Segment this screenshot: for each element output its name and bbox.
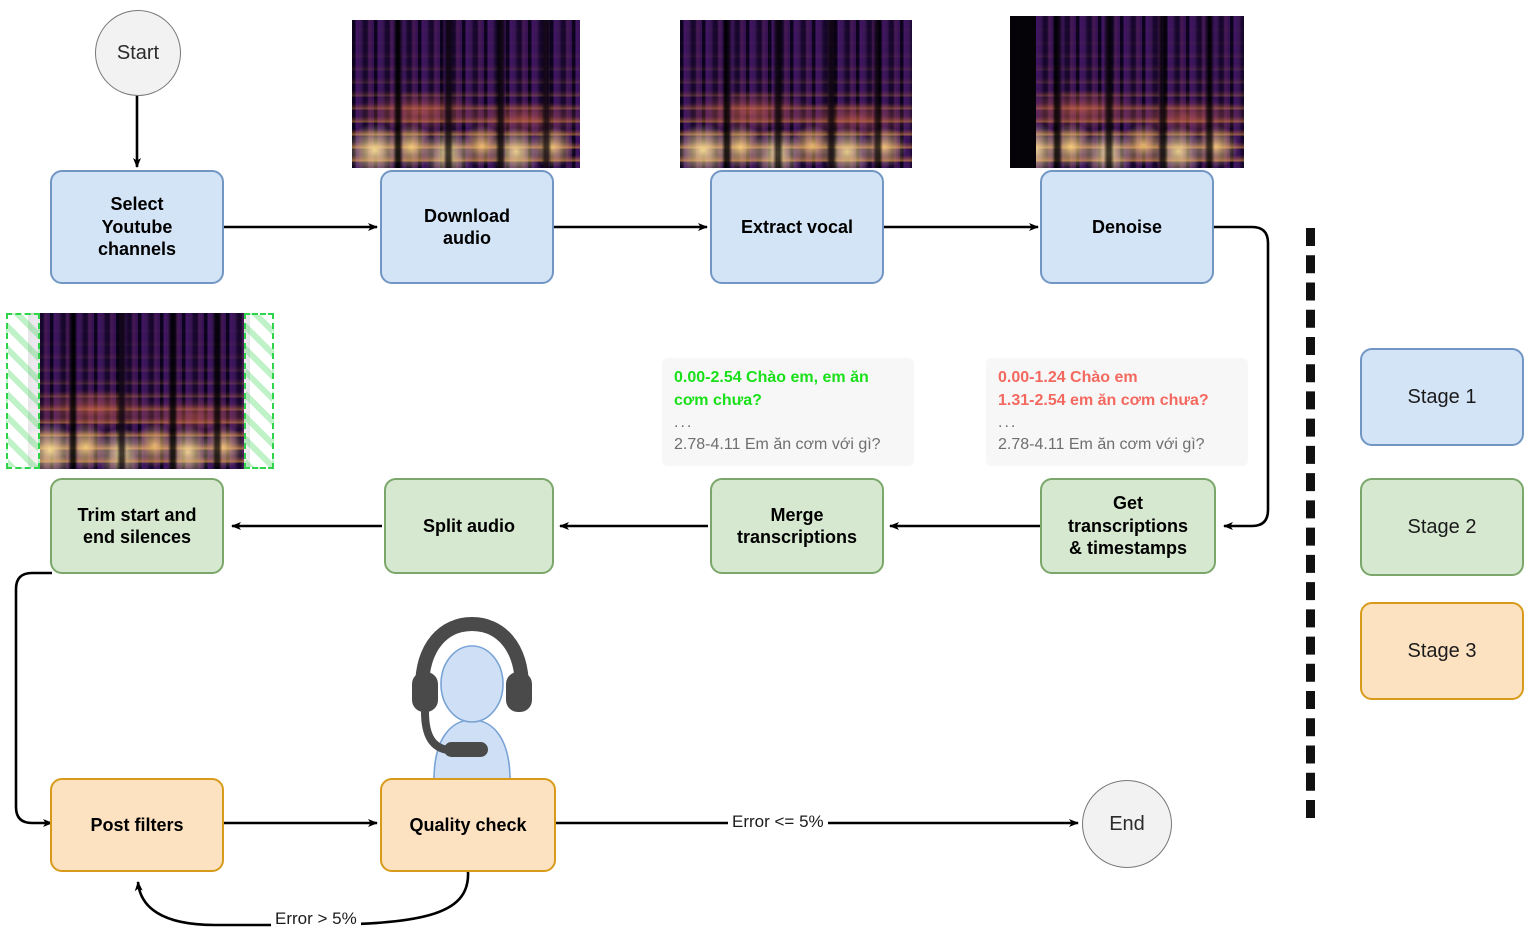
- spectrogram-core: [28, 313, 250, 469]
- transcript-raw-tail: 2.78-4.11 Em ăn cơm với gì?: [998, 435, 1205, 453]
- transcript-raw-ellipsis: ...: [998, 414, 1018, 432]
- trim-region-end: [244, 313, 274, 469]
- node-quality-check[interactable]: Quality check: [380, 778, 556, 872]
- transcript-raw-line1: 0.00-1.24 Chào em: [998, 369, 1138, 386]
- transcript-merged-ellipsis: ...: [674, 414, 694, 432]
- edge-label-error-fail: Error > 5%: [271, 909, 361, 929]
- legend-stage-3: Stage 3: [1360, 602, 1524, 700]
- spectrogram-image-extract-vocal: [680, 20, 912, 168]
- spectrogram-image-denoise: [1010, 16, 1244, 168]
- node-merge-transcriptions[interactable]: Merge transcriptions: [710, 478, 884, 574]
- trim-region-start: [6, 313, 40, 469]
- legend-divider: [1306, 228, 1315, 818]
- flowchart-canvas: 0.00-2.54 Chào em, em ăn cơm chưa? ... 2…: [0, 0, 1534, 942]
- node-extract-vocal[interactable]: Extract vocal: [710, 170, 884, 284]
- transcript-merged-line1: 0.00-2.54 Chào em, em ăn: [674, 369, 869, 386]
- legend-stage-1-label: Stage 1: [1407, 385, 1477, 408]
- legend-stage-2: Stage 2: [1360, 478, 1524, 576]
- node-post-filters[interactable]: Post filters: [50, 778, 224, 872]
- spectrogram-image-download-audio: [352, 20, 580, 168]
- transcript-merged-tail: 2.78-4.11 Em ăn cơm với gì?: [674, 435, 881, 453]
- node-download-audio[interactable]: Download audio: [380, 170, 554, 284]
- node-trim-silences[interactable]: Trim start and end silences: [50, 478, 224, 574]
- transcript-raw: 0.00-1.24 Chào em 1.31-2.54 em ăn cơm ch…: [986, 358, 1248, 466]
- node-get-transcriptions[interactable]: Get transcriptions & timestamps: [1040, 478, 1216, 574]
- start-node-label: Start: [116, 41, 160, 64]
- spectrogram-image-trim-silences: [6, 313, 274, 469]
- legend-stage-1: Stage 1: [1360, 348, 1524, 446]
- legend-stage-2-label: Stage 2: [1407, 515, 1477, 538]
- end-node[interactable]: End: [1082, 780, 1172, 868]
- headset-agent-icon: [398, 612, 546, 781]
- node-denoise[interactable]: Denoise: [1040, 170, 1214, 284]
- node-select-youtube-channels[interactable]: Select Youtube channels: [50, 170, 224, 284]
- transcript-merged-line2: cơm chưa?: [674, 392, 762, 410]
- node-split-audio[interactable]: Split audio: [384, 478, 554, 574]
- start-node[interactable]: Start: [95, 10, 181, 96]
- transcript-raw-line2: 1.31-2.54 em ăn cơm chưa?: [998, 392, 1209, 410]
- end-node-label: End: [1109, 812, 1145, 835]
- transcript-merged: 0.00-2.54 Chào em, em ăn cơm chưa? ... 2…: [662, 358, 914, 466]
- legend-stage-3-label: Stage 3: [1407, 639, 1477, 662]
- edge-label-error-pass: Error <= 5%: [728, 812, 828, 832]
